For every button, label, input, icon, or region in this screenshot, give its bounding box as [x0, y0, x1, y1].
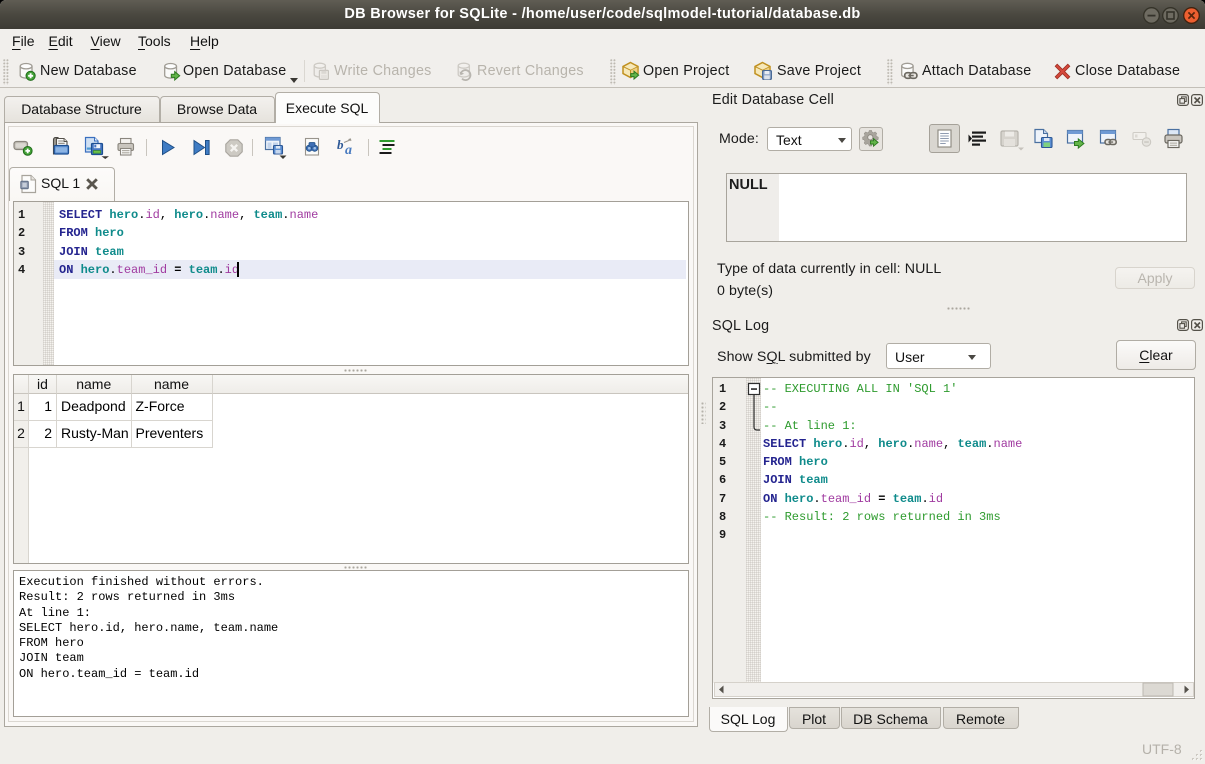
- svg-text:b: b: [337, 137, 344, 152]
- svg-text:a: a: [345, 143, 352, 157]
